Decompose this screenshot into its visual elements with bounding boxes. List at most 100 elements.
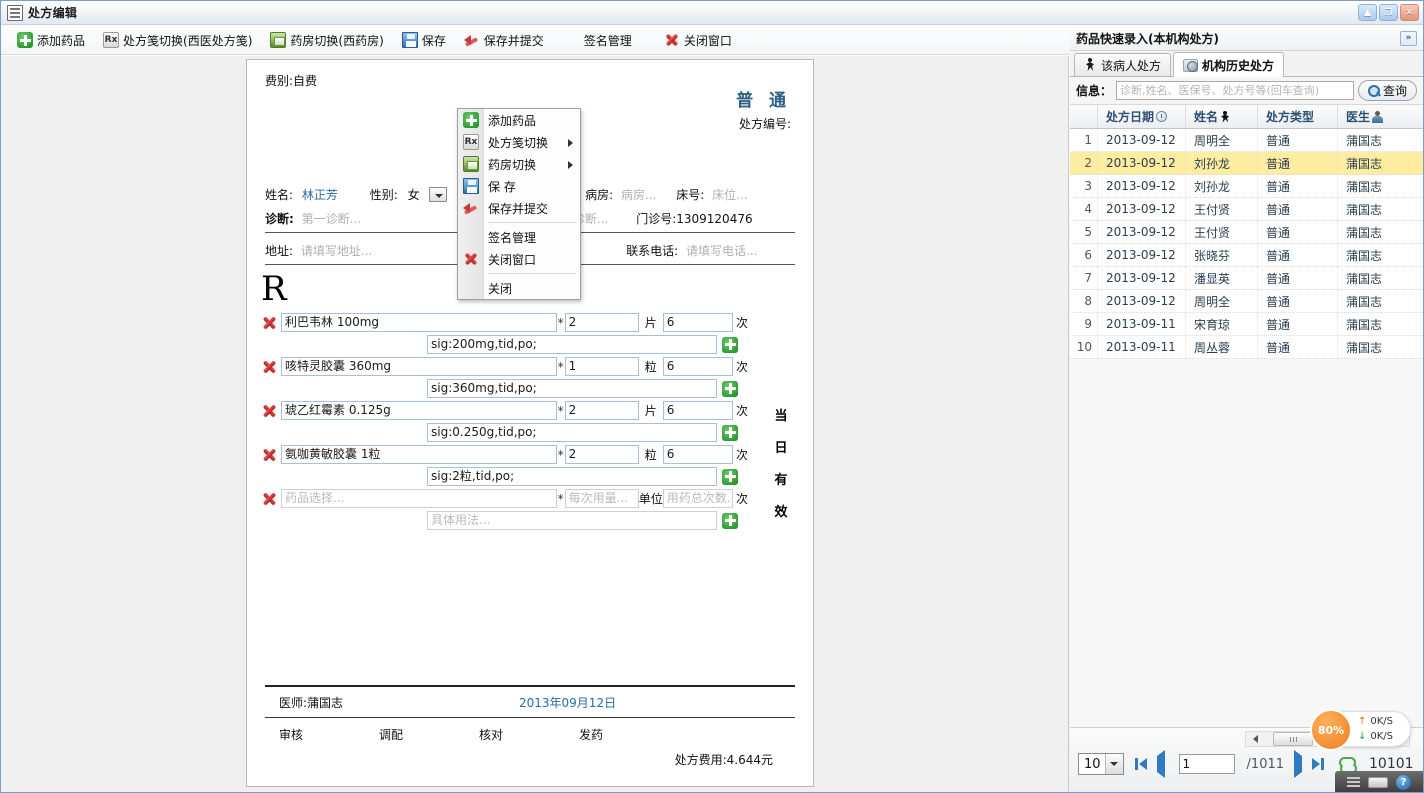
- search-label: 信息：: [1076, 82, 1112, 99]
- close-window-icon: [664, 32, 680, 48]
- search-input[interactable]: [1116, 81, 1354, 100]
- header-date[interactable]: 处方日期: [1098, 105, 1186, 128]
- medicine-dose-input[interactable]: 每次用量...: [565, 489, 639, 508]
- table-row[interactable]: 1 2013-09-12 周明全 普通 蒲国志: [1070, 129, 1423, 152]
- table-row[interactable]: 9 2013-09-11 宋育琼 普通 蒲国志: [1070, 313, 1423, 336]
- patient-name-value[interactable]: 林正芳: [302, 188, 338, 202]
- menu-signature[interactable]: 签名管理: [458, 226, 580, 248]
- medicine-dose-input[interactable]: 2: [565, 445, 639, 464]
- menu-save-submit[interactable]: 保存并提交: [458, 197, 580, 219]
- phone-input[interactable]: 请填写电话...: [686, 244, 757, 258]
- table-row[interactable]: 5 2013-09-12 王付贤 普通 蒲国志: [1070, 221, 1423, 244]
- header-type[interactable]: 处方类型: [1258, 105, 1338, 128]
- tab-history-prescriptions[interactable]: 机构历史处方: [1173, 52, 1284, 77]
- medicine-sig-input[interactable]: sig:2粒,tid,po;: [427, 467, 717, 486]
- table-row[interactable]: 3 2013-09-12 刘孙龙 普通 蒲国志: [1070, 175, 1423, 198]
- row-date: 2013-09-12: [1098, 152, 1186, 174]
- medicine-dose-input[interactable]: 2: [565, 401, 639, 420]
- add-row-icon[interactable]: [722, 469, 738, 485]
- table-row[interactable]: 6 2013-09-12 张晓芬 普通 蒲国志: [1070, 244, 1423, 267]
- medicine-times-input[interactable]: 6: [663, 313, 733, 332]
- medicine-name-input[interactable]: 琥乙红霉素 0.125g: [281, 401, 557, 420]
- close-button[interactable]: ✕: [1400, 4, 1419, 21]
- medicine-row: 琥乙红霉素 0.125g * 2 片 6 次: [261, 400, 755, 421]
- add-row-icon[interactable]: [722, 381, 738, 397]
- next-page-button[interactable]: [1294, 756, 1302, 772]
- hscroll-left-button[interactable]: [1248, 732, 1262, 746]
- medicine-times-unit: 次: [733, 358, 755, 375]
- add-row-icon[interactable]: [722, 337, 738, 353]
- page-number-input[interactable]: 1: [1179, 754, 1235, 774]
- medicine-times-input[interactable]: 用药总次数...: [663, 489, 733, 508]
- keyboard-icon[interactable]: [1368, 777, 1388, 788]
- medicine-times-input[interactable]: 6: [663, 357, 733, 376]
- page-size-select[interactable]: 10: [1078, 753, 1124, 775]
- menu-pharmacy-switch[interactable]: 药房切换: [458, 153, 580, 175]
- table-row[interactable]: 7 2013-09-12 潘显英 普通 蒲国志: [1070, 267, 1423, 290]
- header-doctor[interactable]: 医生: [1338, 105, 1421, 128]
- medicine-sig-input[interactable]: 具体用法...: [427, 511, 717, 530]
- refresh-icon[interactable]: [1338, 757, 1355, 772]
- header-name[interactable]: 姓名: [1186, 105, 1258, 128]
- medicine-sig-input[interactable]: sig:360mg,tid,po;: [427, 379, 717, 398]
- restore-button[interactable]: ❐: [1379, 4, 1398, 21]
- medicine-times-input[interactable]: 6: [663, 401, 733, 420]
- header-index: [1070, 105, 1098, 128]
- toolbar-close-window[interactable]: 关闭窗口: [656, 29, 740, 52]
- medicine-name-input[interactable]: 利巴韦林 100mg: [281, 313, 557, 332]
- row-doctor: 蒲国志: [1338, 198, 1421, 220]
- table-row[interactable]: 4 2013-09-12 王付贤 普通 蒲国志: [1070, 198, 1423, 221]
- toolbar-add-medicine[interactable]: 添加药品: [9, 29, 93, 52]
- medicine-name-input[interactable]: 氨咖黄敏胶囊 1粒: [281, 445, 557, 464]
- help-icon[interactable]: ?: [1396, 775, 1411, 790]
- download-arrow-icon: ↓: [1358, 729, 1366, 744]
- table-row[interactable]: 2 2013-09-12 刘孙龙 普通 蒲国志: [1070, 152, 1423, 175]
- delete-medicine-icon[interactable]: [261, 447, 278, 463]
- tray-grid-icon[interactable]: [1347, 777, 1360, 787]
- toolbar-save-submit[interactable]: 保存并提交: [456, 29, 552, 52]
- medicine-name-input[interactable]: 药品选择...: [281, 489, 557, 508]
- medicine-name-input[interactable]: 咳特灵胶囊 360mg: [281, 357, 557, 376]
- gender-dropdown[interactable]: [429, 187, 447, 202]
- tab-patient-prescriptions[interactable]: 该病人处方: [1074, 53, 1171, 76]
- hscroll-thumb[interactable]: [1273, 732, 1313, 746]
- menu-save[interactable]: 保 存: [458, 175, 580, 197]
- medicine-dose-input[interactable]: 1: [565, 357, 639, 376]
- row-index: 1: [1070, 129, 1098, 151]
- toolbar-signature[interactable]: 签名管理: [576, 29, 640, 52]
- window-controls: ▲ ❐ ✕: [1358, 4, 1419, 21]
- menu-close[interactable]: 关闭: [458, 277, 580, 299]
- menu-add-medicine[interactable]: 添加药品: [458, 109, 580, 131]
- ward-input[interactable]: 病房...: [621, 188, 656, 202]
- delete-medicine-icon[interactable]: [261, 403, 278, 419]
- toolbar-prescription-switch[interactable]: Rx 处方笺切换(西医处方笺): [95, 29, 260, 52]
- last-page-button[interactable]: [1312, 758, 1324, 770]
- medicine-sig-input[interactable]: sig:200mg,tid,po;: [427, 335, 717, 354]
- menu-prescription-switch[interactable]: Rx 处方笺切换: [458, 131, 580, 153]
- page-size-value: 10: [1084, 757, 1101, 772]
- address-input[interactable]: 请填写地址...: [301, 244, 372, 258]
- toolbar-pharmacy-switch[interactable]: 药房切换(西药房): [262, 29, 391, 52]
- add-row-icon[interactable]: [722, 425, 738, 441]
- medicine-times-input[interactable]: 6: [663, 445, 733, 464]
- first-page-button[interactable]: [1135, 758, 1147, 770]
- prev-page-button[interactable]: [1157, 756, 1165, 772]
- delete-medicine-icon[interactable]: [261, 359, 278, 375]
- delete-medicine-icon[interactable]: [261, 315, 278, 331]
- table-row[interactable]: 10 2013-09-11 周丛蓉 普通 蒲国志: [1070, 336, 1423, 359]
- add-row-icon[interactable]: [722, 513, 738, 529]
- expand-panel-button[interactable]: »: [1400, 31, 1417, 46]
- menu-close-window[interactable]: 关闭窗口: [458, 248, 580, 270]
- bed-input[interactable]: 床位...: [712, 188, 747, 202]
- search-bar: 信息： 查询: [1070, 77, 1423, 105]
- network-monitor-widget[interactable]: 80% ↑ 0K/S ↓ 0K/S: [1315, 711, 1411, 747]
- minimize-button[interactable]: ▲: [1358, 4, 1377, 21]
- row-type: 普通: [1258, 152, 1338, 174]
- diagnosis-1-input[interactable]: 第一诊断...: [302, 212, 361, 226]
- table-row[interactable]: 8 2013-09-12 周明全 普通 蒲国志: [1070, 290, 1423, 313]
- medicine-sig-input[interactable]: sig:0.250g,tid,po;: [427, 423, 717, 442]
- search-button[interactable]: 查询: [1358, 80, 1417, 101]
- medicine-dose-input[interactable]: 2: [565, 313, 639, 332]
- delete-medicine-icon[interactable]: [261, 491, 278, 507]
- toolbar-save[interactable]: 保存: [394, 29, 454, 52]
